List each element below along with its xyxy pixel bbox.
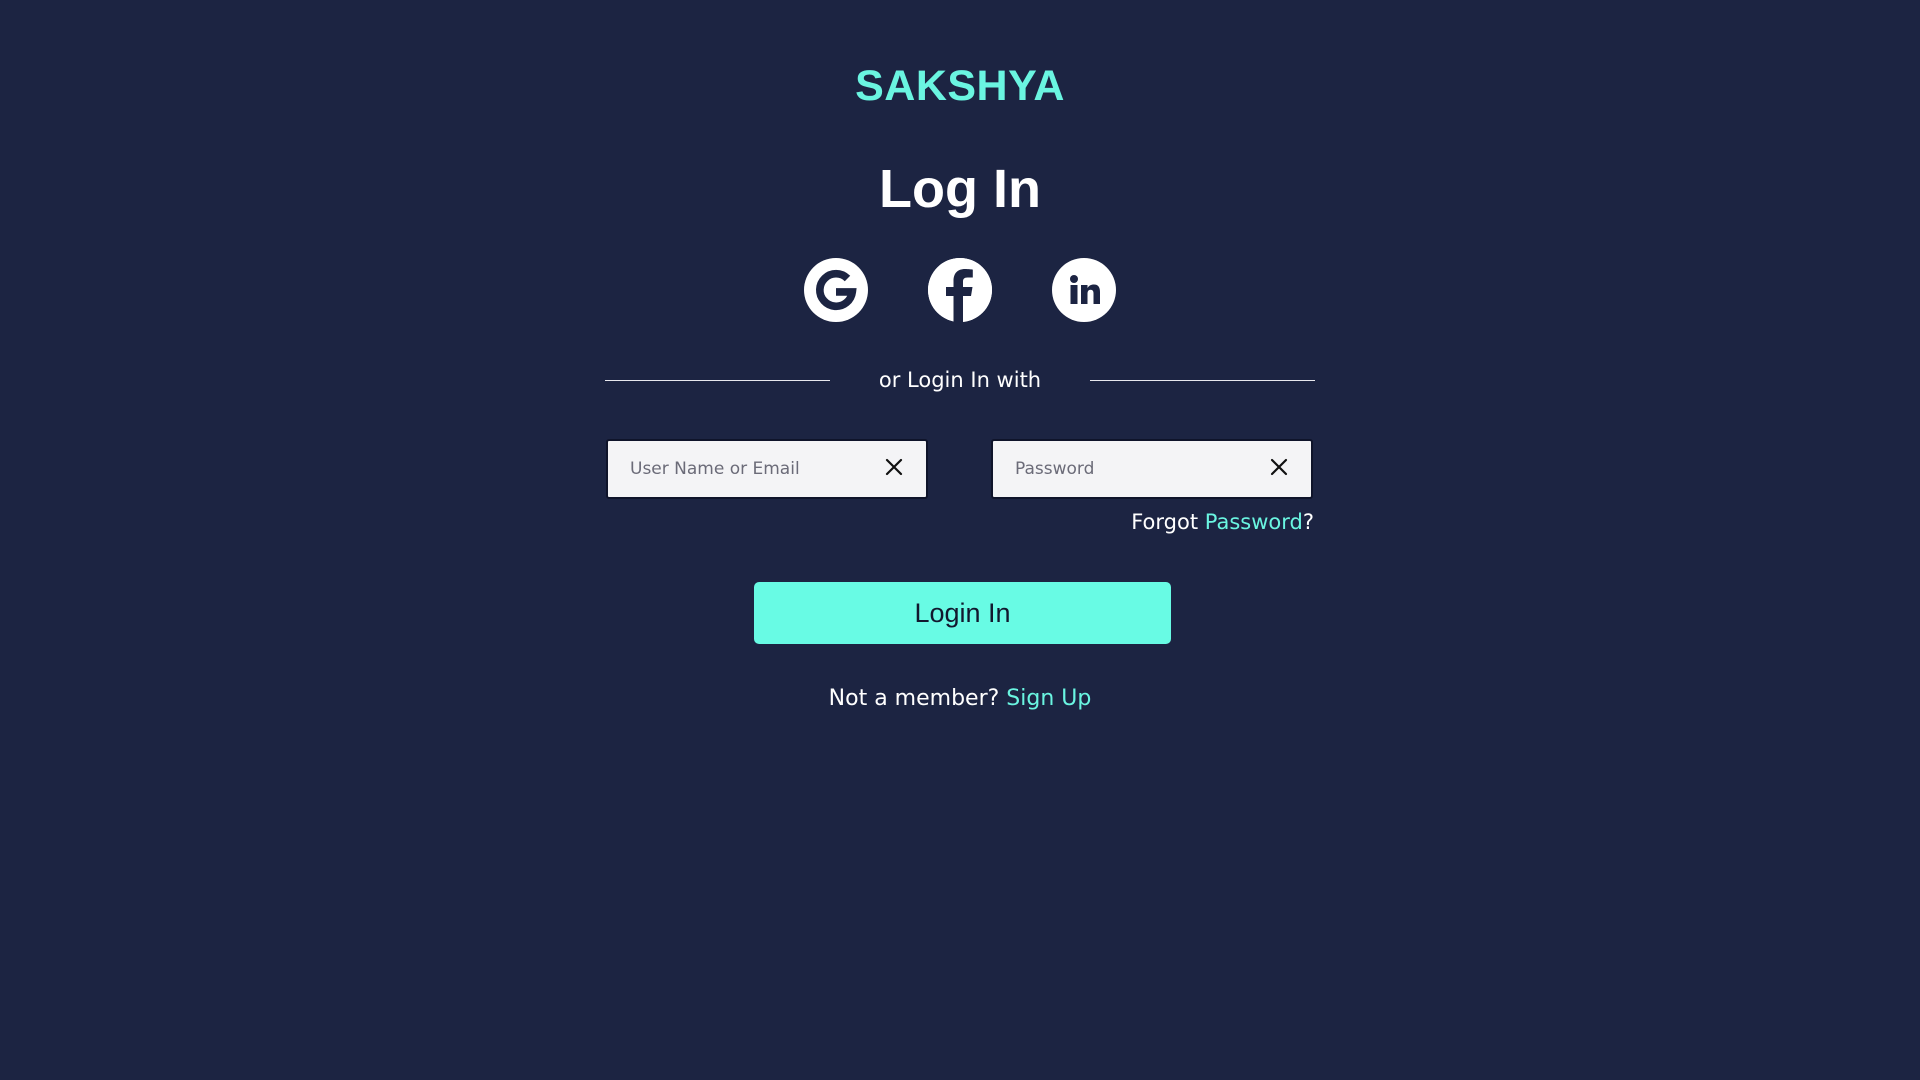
google-icon [813,267,859,313]
password-field [991,439,1313,499]
forgot-suffix: ? [1302,510,1314,534]
forgot-password-link[interactable]: Password [1205,510,1303,534]
login-button[interactable]: Login In [754,582,1171,644]
facebook-login-button[interactable] [928,258,992,322]
signup-link[interactable]: Sign Up [1006,686,1091,711]
social-login-group [0,258,1920,322]
forgot-prefix: Forgot [1131,510,1205,534]
page-title: Log In [879,159,1041,219]
forgot-password: Forgot Password? [1131,510,1314,534]
signup-prompt-text: Not a member? [828,686,1007,711]
close-icon [1270,458,1288,480]
divider-text: or Login In with [878,368,1042,392]
password-input[interactable] [993,441,1259,497]
divider-line-left [605,379,830,381]
linkedin-login-button[interactable] [1052,258,1116,322]
signup-prompt: Not a member? Sign Up [0,686,1920,711]
username-field [606,439,928,499]
divider-line-right [1090,379,1315,381]
linkedin-icon [1064,270,1104,310]
alt-login-divider: or Login In with [605,360,1315,400]
google-login-button[interactable] [804,258,868,322]
username-clear-button[interactable] [874,449,914,489]
close-icon [885,458,903,480]
username-input[interactable] [608,441,874,497]
password-clear-button[interactable] [1259,449,1299,489]
login-page: SAKSHYA Log In or Login In with User Nam… [0,0,1920,1080]
brand-logo[interactable]: SAKSHYA [0,58,1920,114]
facebook-icon [928,258,992,322]
